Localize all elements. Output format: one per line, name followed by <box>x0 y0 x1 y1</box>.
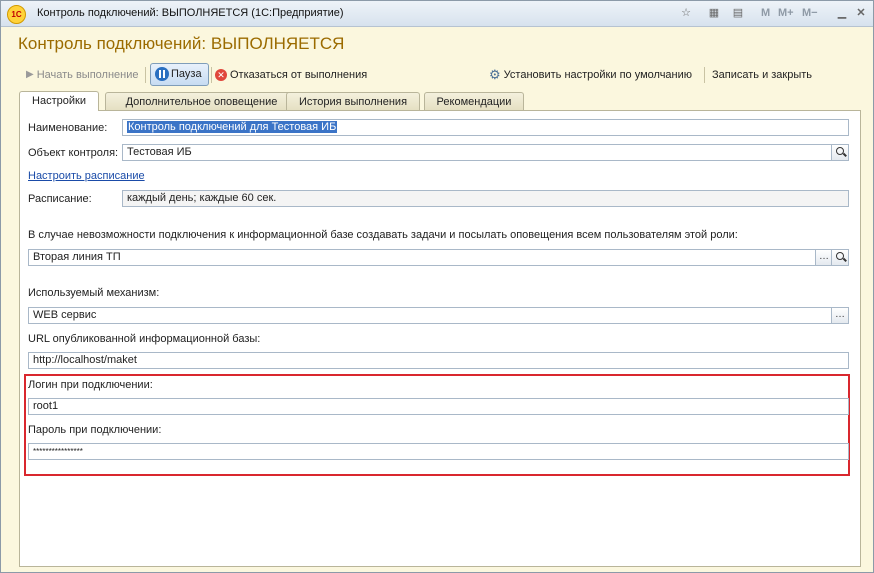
url-input[interactable]: http://localhost/maket <box>28 352 849 369</box>
tab-history[interactable]: История выполнения <box>286 92 420 111</box>
login-label: Логин при подключении: <box>28 379 153 391</box>
search-icon <box>836 252 844 260</box>
memory-subtract-button[interactable]: M− <box>802 7 818 19</box>
toolbar-divider <box>704 67 705 83</box>
object-search-button[interactable] <box>831 145 848 160</box>
role-select-button[interactable]: … <box>815 250 832 265</box>
command-bar: ▶ Начать выполнение ✕ Отказаться от выполн… <box>1 63 873 87</box>
cancel-button[interactable]: ✕ Отказаться от выполнения <box>215 65 367 85</box>
role-value: Вторая линия ТП <box>33 251 121 263</box>
pause-icon <box>155 67 169 82</box>
save-close-button[interactable]: Записать и закрыть <box>712 65 812 85</box>
object-value: Тестовая ИБ <box>127 146 192 158</box>
tab-settings[interactable]: Настройки <box>19 91 99 111</box>
schedule-field: каждый день; каждые 60 сек. <box>122 190 849 207</box>
start-button[interactable]: ▶ Начать выполнение <box>26 65 139 85</box>
app-window: 1С Контроль подключений: ВЫПОЛНЯЕТСЯ (1С… <box>0 0 874 573</box>
minimize-icon[interactable]: ▁ <box>835 6 849 20</box>
gear-icon: ⚙ <box>489 67 501 83</box>
start-label: Начать выполнение <box>36 69 139 81</box>
name-value: Контроль подключений для Тестовая ИБ <box>127 121 338 133</box>
play-icon: ▶ <box>26 69 34 81</box>
mechanism-select-button[interactable]: … <box>831 308 848 323</box>
password-label: Пароль при подключении: <box>28 424 162 436</box>
name-input[interactable]: Контроль подключений для Тестовая ИБ <box>122 119 849 136</box>
object-label: Объект контроля: <box>28 147 119 159</box>
defaults-label: Установить настройки по умолчанию <box>503 69 693 81</box>
tab-additional-notification[interactable]: Дополнительное оповещение <box>105 92 298 111</box>
pause-label: Пауза <box>171 68 202 80</box>
memory-button[interactable]: M <box>761 7 770 19</box>
mechanism-input[interactable]: WEB сервис … <box>28 307 849 324</box>
login-input[interactable]: root1 <box>28 398 849 415</box>
title-bar: 1С Контроль подключений: ВЫПОЛНЯЕТСЯ (1С… <box>1 1 873 27</box>
configure-schedule-link[interactable]: Настроить расписание <box>28 170 145 182</box>
schedule-label: Расписание: <box>28 193 92 205</box>
defaults-button[interactable]: ⚙ Установить настройки по умолчанию <box>489 65 692 85</box>
calendar-icon[interactable]: ▤ <box>731 6 745 20</box>
role-search-button[interactable] <box>831 250 848 265</box>
search-icon <box>836 147 844 155</box>
toolbar-divider <box>145 67 146 83</box>
toolbar-divider <box>211 67 212 83</box>
form-title: Контроль подключений: ВЫПОЛНЯЕТСЯ <box>18 34 345 53</box>
role-label: В случае невозможности подключения к инф… <box>28 229 738 241</box>
pause-button[interactable]: Пауза <box>150 63 209 86</box>
calculator-icon[interactable]: ▦ <box>707 6 721 20</box>
mechanism-label: Используемый механизм: <box>28 287 160 299</box>
mechanism-value: WEB сервис <box>33 309 97 321</box>
url-label: URL опубликованной информационной базы: <box>28 333 261 345</box>
memory-add-button[interactable]: M+ <box>778 7 794 19</box>
tab-recommendations[interactable]: Рекомендации <box>424 92 524 111</box>
favorites-icon[interactable]: ☆ <box>679 6 693 20</box>
object-input[interactable]: Тестовая ИБ <box>122 144 849 161</box>
close-icon[interactable]: ✕ <box>854 6 868 20</box>
password-input[interactable]: **************** <box>28 443 849 460</box>
app-logo-icon[interactable]: 1С <box>7 5 26 24</box>
cancel-label: Отказаться от выполнения <box>230 69 368 81</box>
window-title: Контроль подключений: ВЫПОЛНЯЕТСЯ (1С:Пр… <box>37 7 344 19</box>
name-label: Наименование: <box>28 122 108 134</box>
cancel-icon: ✕ <box>215 69 227 82</box>
role-input[interactable]: Вторая линия ТП … <box>28 249 849 266</box>
